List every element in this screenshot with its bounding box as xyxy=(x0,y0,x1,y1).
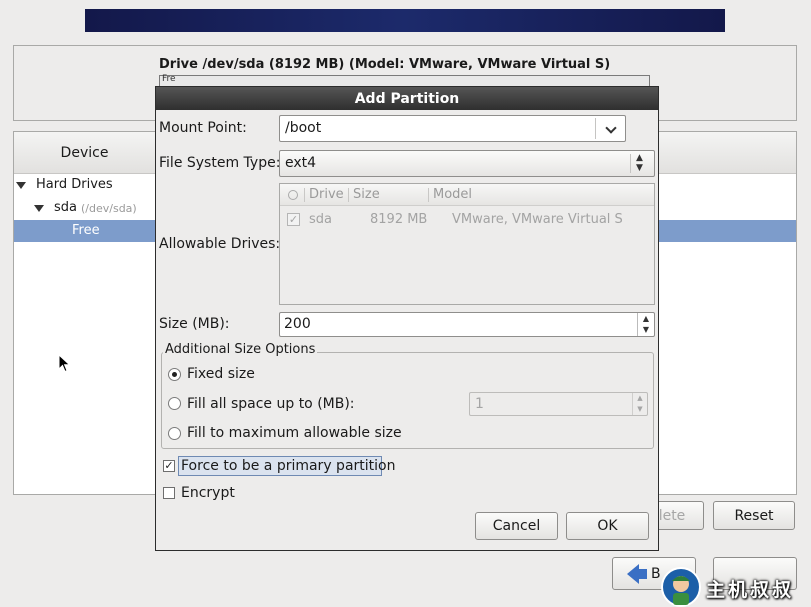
fixed-size-radio[interactable] xyxy=(168,368,181,381)
size-label: Size (MB): xyxy=(159,316,230,332)
fill-maximum-radio[interactable] xyxy=(168,427,181,440)
fill-up-to-spinbox: 1 ▲ ▼ xyxy=(469,392,648,416)
watermark-text: 主机叔叔 xyxy=(706,579,795,601)
column-separator xyxy=(428,188,429,202)
expander-down-icon[interactable] xyxy=(34,205,44,212)
expander-down-icon[interactable] xyxy=(16,182,26,189)
column-separator xyxy=(348,188,349,202)
file-system-type-select[interactable]: ext4 ▲ ▼ xyxy=(279,150,655,177)
encrypt-checkbox[interactable] xyxy=(163,487,175,499)
drive-size: 8192 MB xyxy=(370,212,428,227)
chevron-down-icon[interactable] xyxy=(605,122,617,134)
fixed-size-label[interactable]: Fixed size xyxy=(187,366,255,382)
drive-name: sda xyxy=(309,212,332,227)
header-radio-icon xyxy=(288,190,298,200)
tree-item-hard-drives[interactable]: Hard Drives xyxy=(36,177,113,192)
encrypt-label[interactable]: Encrypt xyxy=(181,485,235,501)
column-header[interactable] xyxy=(657,132,796,174)
spin-arrows-icon: ▲ ▼ xyxy=(632,393,647,415)
column-header-model[interactable]: Model xyxy=(433,187,472,202)
cancel-button[interactable]: Cancel xyxy=(475,512,558,540)
mount-point-value[interactable]: /boot xyxy=(285,120,321,136)
tree-row-free-selected-right[interactable] xyxy=(657,220,796,242)
size-value[interactable]: 200 xyxy=(284,316,311,332)
radio-selected-dot xyxy=(172,372,177,377)
table-row[interactable]: ✓ sda 8192 MB VMware, VMware Virtual S xyxy=(280,208,654,230)
add-partition-dialog: Add Partition Mount Point: /boot File Sy… xyxy=(155,86,659,551)
drive-bar-label: Fre xyxy=(162,74,176,84)
file-system-type-label: File System Type: xyxy=(159,155,281,171)
column-separator xyxy=(304,188,305,202)
device-column-header[interactable]: Device xyxy=(14,132,156,174)
size-spinbox[interactable]: 200 ▲ ▼ xyxy=(279,312,655,337)
mount-point-label: Mount Point: xyxy=(159,120,247,136)
fill-up-to-label[interactable]: Fill all space up to (MB): xyxy=(187,396,355,412)
mount-point-combo[interactable]: /boot xyxy=(279,115,626,142)
drive-title: Drive /dev/sda (8192 MB) (Model: VMware,… xyxy=(159,57,611,72)
drive-checkbox[interactable]: ✓ xyxy=(287,213,300,226)
fill-up-to-radio[interactable] xyxy=(168,397,181,410)
tree-item-sda-path: (/dev/sda) xyxy=(81,202,137,215)
mascot-logo-icon xyxy=(661,567,701,607)
allowable-drives-table[interactable]: Drive Size Model ✓ sda 8192 MB VMware, V… xyxy=(279,183,655,305)
spin-arrows-icon[interactable]: ▲ ▼ xyxy=(637,313,654,336)
back-arrow-icon xyxy=(627,563,647,584)
drive-model: VMware, VMware Virtual S xyxy=(452,212,623,227)
column-header-drive[interactable]: Drive xyxy=(309,187,344,202)
tree-item-free[interactable]: Free xyxy=(72,223,100,238)
up-down-arrows-icon[interactable]: ▲ ▼ xyxy=(636,153,643,173)
allowable-drives-label: Allowable Drives: xyxy=(159,236,281,252)
tree-item-sda[interactable]: sda xyxy=(54,200,77,215)
force-primary-checkbox[interactable]: ✓ xyxy=(163,460,175,472)
fill-up-to-value: 1 xyxy=(475,396,484,412)
ok-button[interactable]: OK xyxy=(566,512,649,540)
file-system-type-value[interactable]: ext4 xyxy=(285,155,316,171)
combo-separator xyxy=(595,118,596,139)
select-separator xyxy=(630,154,631,173)
force-primary-label[interactable]: Force to be a primary partition xyxy=(181,458,395,474)
reset-button-label: Reset xyxy=(734,507,774,524)
mouse-pointer-icon xyxy=(58,354,71,373)
column-header-size[interactable]: Size xyxy=(353,187,380,202)
reset-button[interactable]: Reset xyxy=(713,501,795,530)
header-banner xyxy=(85,9,725,32)
dialog-titlebar[interactable]: Add Partition xyxy=(156,87,658,110)
table-header: Drive Size Model xyxy=(280,184,654,206)
back-button-label: B xyxy=(651,565,661,582)
fill-maximum-label[interactable]: Fill to maximum allowable size xyxy=(187,425,402,441)
additional-size-options-title: Additional Size Options xyxy=(163,342,318,357)
